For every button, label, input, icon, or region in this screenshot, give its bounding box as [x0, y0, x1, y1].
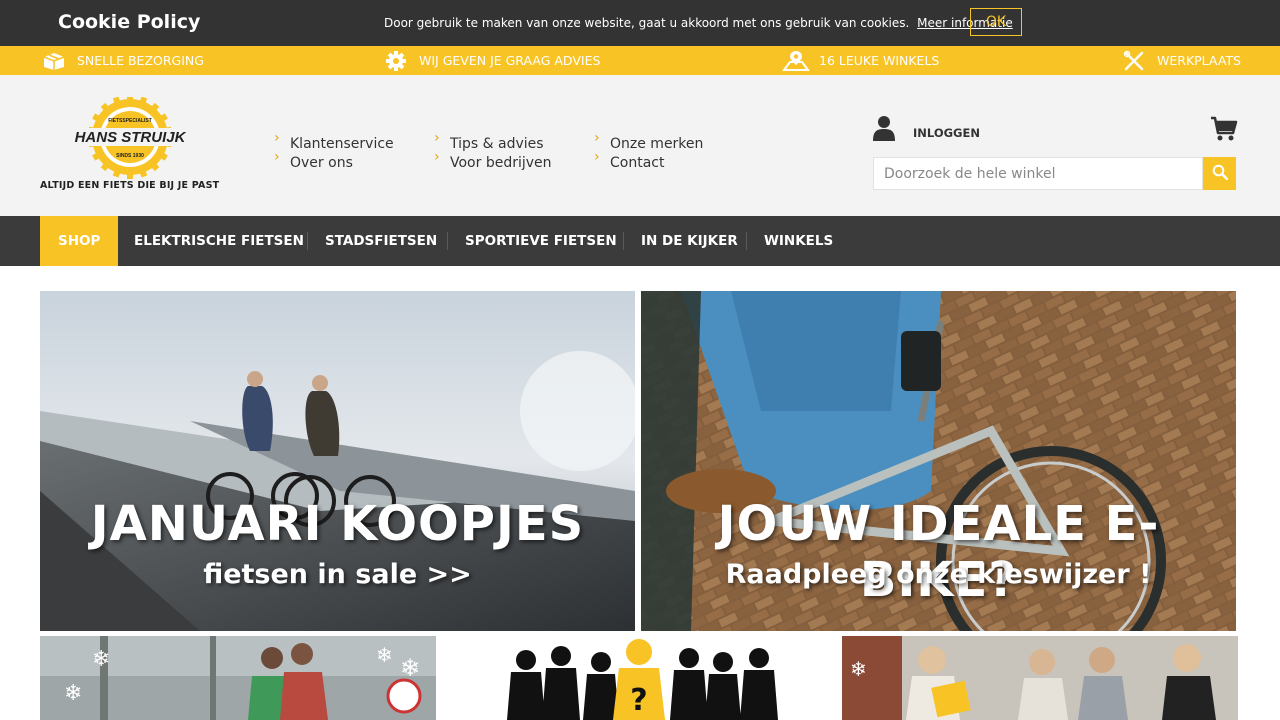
toplink-voor-bedrijven[interactable]: › Voor bedrijven	[434, 149, 552, 173]
svg-text:?: ?	[630, 683, 647, 718]
usp-workshop[interactable]: WERKPLAATS	[1120, 46, 1241, 75]
tile-bike-advisor[interactable]: ?	[441, 636, 837, 720]
chevron-right-icon: ›	[274, 149, 280, 165]
tile-winter-clothing[interactable]: ❄ ❄ ❄ ❄	[40, 636, 436, 720]
cookie-title: Cookie Policy	[58, 11, 201, 33]
banner-subtitle: fietsen in sale >>	[203, 559, 472, 590]
usp-bar: SNELLE BEZORGING WIJ GEVEN JE GRAAG ADVI…	[0, 46, 1280, 75]
cookie-text: Door gebruik te maken van onze website, …	[384, 16, 910, 30]
toplink-tips-advies[interactable]: › Tips & advies	[434, 130, 552, 154]
logo-ring-bottom: SINDS 1930	[116, 153, 144, 159]
nav-divider	[447, 232, 448, 250]
cookie-message: Door gebruik te maken van onze website, …	[384, 16, 1013, 30]
toplinks-col-2: › Tips & advies › Voor bedrijven	[434, 130, 552, 173]
user-icon	[873, 115, 895, 145]
search-button[interactable]	[1203, 157, 1236, 190]
usp-label: 16 LEUKE WINKELS	[819, 53, 940, 68]
usp-label: WERKPLAATS	[1157, 53, 1241, 68]
svg-text:❄: ❄	[92, 647, 110, 672]
banner-january-sale[interactable]: JANUARI KOOPJES fietsen in sale >>	[40, 291, 635, 631]
tagline: ALTIJD EEN FIETS DIE BIJ JE PAST	[40, 180, 220, 191]
banner-ebike-advisor[interactable]: JOUW IDEALE E-BIKE? Raadpleeg onze kiesw…	[641, 291, 1236, 631]
nav-divider	[746, 232, 747, 250]
gear-icon	[382, 50, 410, 72]
nav-item-stadsfietsen[interactable]: STADSFIETSEN	[325, 216, 437, 266]
search-icon	[1212, 164, 1228, 184]
toplink-over-ons[interactable]: › Over ons	[274, 149, 394, 173]
tile-photo-couple: ❄ ❄ ❄ ❄	[40, 636, 436, 720]
toplink-label: Onze merken	[610, 136, 704, 152]
toplink-label: Klantenservice	[290, 136, 394, 152]
svg-text:❄: ❄	[64, 681, 82, 706]
main-nav: SHOP ELEKTRISCHE FIETSEN STADSFIETSEN SP…	[0, 216, 1280, 266]
toplink-label: Contact	[610, 155, 665, 171]
nav-item-in-de-kijker[interactable]: IN DE KIJKER	[641, 216, 738, 266]
toplinks-col-3: › Onze merken › Contact	[594, 130, 704, 173]
logo-ring-top: FIETSSPECIALIST	[108, 118, 152, 124]
nav-item-winkels[interactable]: WINKELS	[764, 216, 833, 266]
svg-text:❄: ❄	[850, 657, 867, 681]
toplink-klantenservice[interactable]: › Klantenservice	[274, 130, 394, 154]
toplinks-col-1: › Klantenservice › Over ons	[274, 130, 394, 173]
chevron-right-icon: ›	[434, 130, 440, 146]
usp-label: WIJ GEVEN JE GRAAG ADVIES	[419, 53, 601, 68]
banner-title: JANUARI KOOPJES	[90, 496, 585, 552]
map-pin-icon	[782, 50, 810, 72]
banner-title: JOUW IDEALE E-BIKE?	[717, 496, 1160, 608]
toplink-contact[interactable]: › Contact	[594, 149, 703, 173]
nav-item-sportieve-fietsen[interactable]: SPORTIEVE FIETSEN	[465, 216, 617, 266]
chevron-right-icon: ›	[594, 149, 600, 165]
toplink-label: Voor bedrijven	[450, 155, 552, 171]
logo-wordmark: HANS STRUIJK	[75, 129, 187, 146]
svg-text:❄: ❄	[400, 654, 420, 682]
tile-gift-voucher[interactable]: ❄	[842, 636, 1238, 720]
chevron-right-icon: ›	[594, 130, 600, 146]
login-label: INLOGGEN	[913, 126, 980, 140]
svg-text:❄: ❄	[376, 643, 393, 667]
cart-icon[interactable]	[1210, 115, 1238, 143]
usp-label: SNELLE BEZORGING	[77, 53, 204, 68]
chevron-right-icon: ›	[274, 130, 280, 146]
chevron-right-icon: ›	[434, 149, 440, 165]
toplink-onze-merken[interactable]: › Onze merken	[594, 130, 704, 154]
toplink-label: Tips & advies	[450, 136, 544, 152]
cookie-ok-button[interactable]: OK	[970, 8, 1022, 36]
box-icon	[40, 50, 68, 72]
tile-silhouettes-image: ?	[441, 636, 837, 720]
toplink-label: Over ons	[290, 155, 353, 171]
usp-stores[interactable]: 16 LEUKE WINKELS	[782, 46, 939, 75]
nav-item-elektrische-fietsen[interactable]: ELEKTRISCHE FIETSEN	[134, 216, 304, 266]
tools-icon	[1120, 50, 1148, 72]
search-input[interactable]	[873, 157, 1203, 190]
login-button[interactable]: INLOGGEN	[873, 115, 980, 145]
usp-advice[interactable]: WIJ GEVEN JE GRAAG ADVIES	[382, 46, 600, 75]
tile-photo-group: ❄	[842, 636, 1238, 720]
nav-item-shop[interactable]: SHOP	[40, 216, 119, 266]
site-header: HANS STRUIJK FIETSSPECIALIST SINDS 1930 …	[0, 75, 1280, 216]
usp-delivery[interactable]: SNELLE BEZORGING	[40, 46, 204, 75]
cookie-bar: Cookie Policy Door gebruik te maken van …	[0, 0, 1280, 46]
nav-divider	[307, 232, 308, 250]
banner-subtitle: Raadpleeg onze kieswijzer !	[725, 559, 1152, 590]
nav-divider	[623, 232, 624, 250]
